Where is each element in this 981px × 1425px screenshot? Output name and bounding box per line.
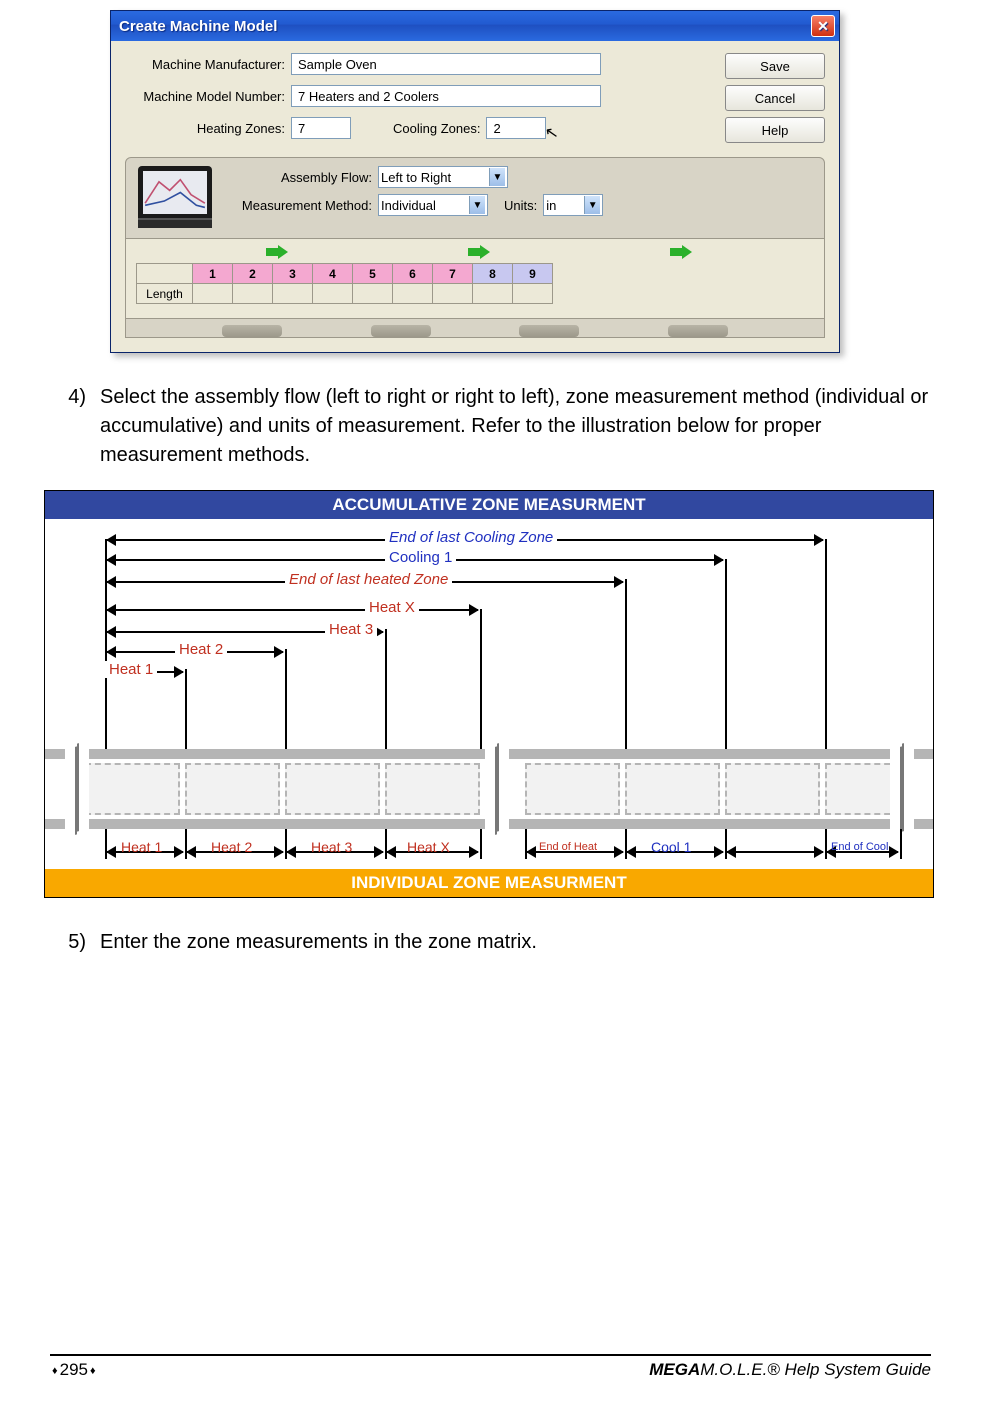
zone-header: 9 [513, 264, 553, 284]
chevron-down-icon: ▼ [584, 196, 600, 214]
help-button[interactable]: Help [725, 117, 825, 143]
cooling1-label: Cooling 1 [385, 549, 456, 566]
arrow-right-icon [468, 245, 490, 259]
machine-foot-icon [371, 325, 431, 337]
chevron-down-icon: ▼ [489, 168, 505, 186]
heat3-ind-label: Heat 3 [311, 839, 352, 855]
dialog-titlebar: Create Machine Model ✕ [111, 11, 839, 41]
zone-cell[interactable] [313, 284, 353, 304]
zone-matrix-table: 1 2 3 4 5 6 7 8 9 Length [136, 263, 553, 304]
heat2-ind-label: Heat 2 [211, 839, 252, 855]
zone-header: 4 [313, 264, 353, 284]
manufacturer-input[interactable] [291, 53, 601, 75]
machine-foot-icon [519, 325, 579, 337]
heating-zones-input[interactable] [291, 117, 351, 139]
measurement-method-select[interactable]: Individual▼ [378, 194, 488, 216]
close-icon[interactable]: ✕ [811, 15, 835, 37]
zone-header: 6 [393, 264, 433, 284]
zone-cell[interactable] [273, 284, 313, 304]
zone-cell[interactable] [193, 284, 233, 304]
zone-cell[interactable] [433, 284, 473, 304]
create-machine-model-dialog: Create Machine Model ✕ Machine Manufactu… [110, 10, 840, 353]
cool1-ind-label: Cool 1 [651, 839, 691, 855]
step-number: 5) [62, 928, 86, 957]
arrow-right-icon [670, 245, 692, 259]
end-heat-ind-label: End of Heat [539, 841, 597, 853]
dialog-title: Create Machine Model [119, 18, 811, 35]
heating-zones-label: Heating Zones: [125, 121, 285, 136]
step-number: 4) [62, 383, 86, 470]
step-text: Select the assembly flow (left to right … [100, 383, 931, 470]
manufacturer-label: Machine Manufacturer: [125, 57, 285, 72]
cancel-button[interactable]: Cancel [725, 85, 825, 111]
zone-header: 3 [273, 264, 313, 284]
model-number-input[interactable] [291, 85, 601, 107]
cooling-zones-label: Cooling Zones: [393, 121, 480, 136]
save-button[interactable]: Save [725, 53, 825, 79]
zone-header: 1 [193, 264, 233, 284]
guide-title: MEGAM.O.L.E.® Help System Guide [649, 1360, 931, 1380]
arrow-right-icon [266, 245, 288, 259]
zone-header: 8 [473, 264, 513, 284]
page-footer: 295 MEGAM.O.L.E.® Help System Guide [50, 1354, 931, 1380]
heat1-acc-label: Heat 1 [105, 661, 157, 678]
accumulative-header: ACCUMULATIVE ZONE MEASURMENT [45, 491, 933, 519]
cursor-icon: ↖ [543, 122, 560, 144]
heat3-acc-label: Heat 3 [325, 621, 377, 638]
chevron-down-icon: ▼ [469, 196, 485, 214]
heat1-ind-label: Heat 1 [121, 839, 162, 855]
individual-header: INDIVIDUAL ZONE MEASURMENT [45, 869, 933, 897]
machine-foot-icon [668, 325, 728, 337]
zone-cell[interactable] [353, 284, 393, 304]
end-heated-label: End of last heated Zone [285, 571, 452, 588]
heatx-acc-label: Heat X [365, 599, 419, 616]
zone-cell[interactable] [513, 284, 553, 304]
step-4: 4) Select the assembly flow (left to rig… [62, 383, 931, 470]
units-select[interactable]: in▼ [543, 194, 603, 216]
zone-header: 5 [353, 264, 393, 284]
end-cool-ind-label: End of Cool [831, 841, 888, 853]
heat2-acc-label: Heat 2 [175, 641, 227, 658]
length-row-label: Length [137, 284, 193, 304]
cooling-zones-input[interactable] [486, 117, 546, 139]
zone-header: 7 [433, 264, 473, 284]
end-cooling-label: End of last Cooling Zone [385, 529, 557, 546]
assembly-flow-select[interactable]: Left to Right▼ [378, 166, 508, 188]
heatx-ind-label: Heat X [407, 839, 450, 855]
monitor-icon [138, 166, 212, 228]
zone-cell[interactable] [393, 284, 433, 304]
measurement-diagram: ACCUMULATIVE ZONE MEASURMENT [44, 490, 934, 898]
model-number-label: Machine Model Number: [125, 89, 285, 104]
machine-foot-icon [222, 325, 282, 337]
zone-cell[interactable] [473, 284, 513, 304]
step-text: Enter the zone measurements in the zone … [100, 928, 931, 957]
step-5: 5) Enter the zone measurements in the zo… [62, 928, 931, 957]
assembly-panel: Assembly Flow: Left to Right▼ Measuremen… [125, 157, 825, 338]
zone-header: 2 [233, 264, 273, 284]
units-label: Units: [504, 198, 537, 213]
assembly-flow-label: Assembly Flow: [222, 170, 372, 185]
page-number: 295 [50, 1360, 98, 1380]
zone-cell[interactable] [233, 284, 273, 304]
measurement-method-label: Measurement Method: [222, 198, 372, 213]
